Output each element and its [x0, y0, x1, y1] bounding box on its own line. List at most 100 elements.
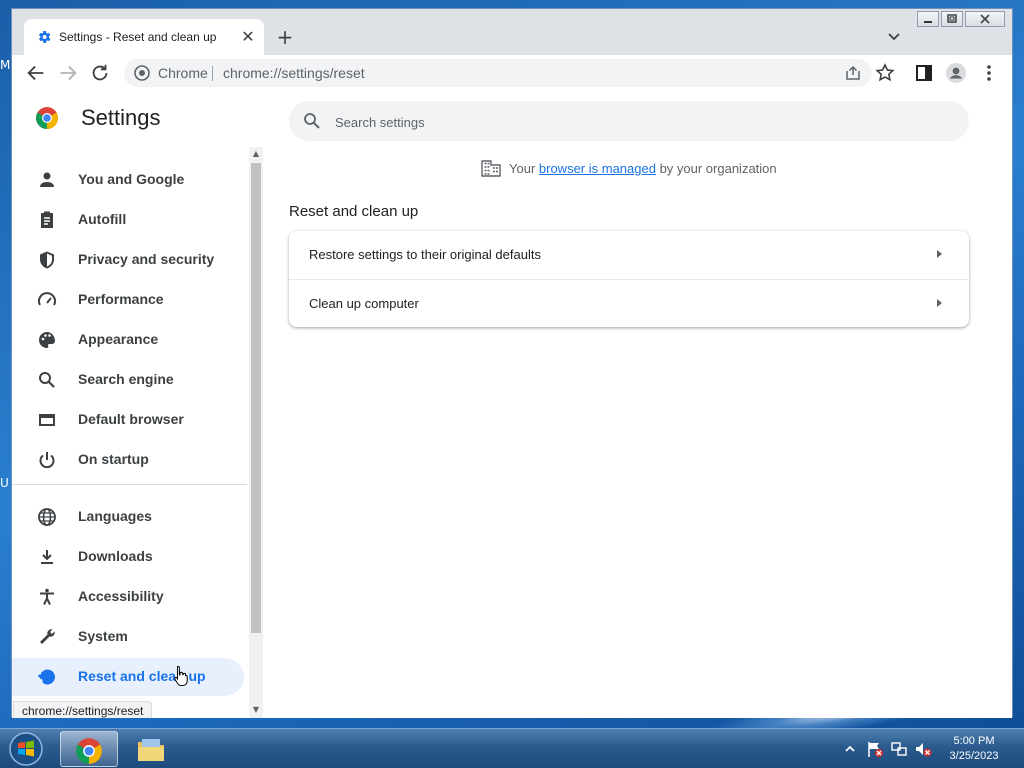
minimize-button[interactable]	[917, 11, 939, 27]
bookmark-star-icon[interactable]	[874, 62, 896, 84]
taskbar: 5:00 PM 3/25/2023	[0, 728, 1024, 768]
page-title: Settings	[81, 105, 161, 130]
tab-settings[interactable]: Settings - Reset and clean up ✕	[24, 19, 264, 55]
arrow-right-icon	[937, 250, 942, 258]
chevron-down-icon[interactable]	[884, 27, 904, 47]
sidebar-item-reset-and-clean-up[interactable]: Reset and clean up	[12, 658, 244, 696]
taskbar-chrome-button[interactable]	[60, 731, 118, 767]
accessibility-icon	[40, 588, 54, 605]
omnibox-separator	[212, 66, 213, 81]
chrome-logo-icon	[76, 738, 102, 764]
search-icon	[304, 113, 320, 129]
row-label: Restore settings to their original defau…	[309, 247, 541, 262]
clock-time: 5:00 PM	[953, 735, 995, 747]
link-status-tooltip: chrome://settings/reset	[13, 701, 153, 718]
globe-icon	[38, 508, 56, 526]
volume-muted-icon[interactable]	[914, 740, 932, 758]
palette-icon	[39, 332, 55, 348]
sidebar-item-on-startup[interactable]: On startup	[12, 441, 244, 479]
sidebar-item-downloads[interactable]: Downloads	[12, 538, 244, 576]
desktop-icon-label-fragment: M	[0, 58, 11, 72]
sidebar-item-default-browser[interactable]: Default browser	[12, 401, 244, 439]
managed-notice-text: Your browser is managed by your organiza…	[509, 161, 777, 176]
sidebar-item-label: Performance	[78, 291, 164, 307]
sidebar-item-accessibility[interactable]: Accessibility	[12, 578, 244, 616]
scroll-down-arrow-icon[interactable]: ▼	[249, 703, 263, 717]
sidebar-item-label: Autofill	[78, 211, 127, 227]
close-tab-icon[interactable]: ✕	[238, 27, 258, 47]
action-center-flag-icon[interactable]	[866, 740, 884, 758]
building-icon	[481, 160, 501, 177]
settings-sidebar: You and Google Autofill Privacy and secu…	[12, 147, 259, 718]
sidebar-item-label: Default browser	[78, 411, 184, 427]
maximize-button[interactable]	[941, 11, 963, 27]
url-text[interactable]: chrome://settings/reset	[223, 65, 365, 81]
managed-notice: Your browser is managed by your organiza…	[481, 159, 801, 179]
scroll-up-arrow-icon[interactable]: ▲	[249, 147, 263, 161]
chrome-logo-icon	[36, 107, 58, 129]
browser-window: Settings - Reset and clean up ✕ + Chrome…	[11, 8, 1013, 718]
search-icon	[39, 372, 55, 388]
site-chip-label: Chrome	[158, 65, 208, 81]
sidebar-item-label: Privacy and security	[78, 251, 215, 267]
sidebar-item-label: On startup	[78, 451, 149, 467]
search-settings-box[interactable]	[289, 101, 969, 141]
sidebar-item-label: Languages	[78, 508, 152, 524]
toolbar: Chrome chrome://settings/reset	[12, 55, 1012, 92]
clock-date: 3/25/2023	[949, 750, 999, 762]
sidebar-item-appearance[interactable]: Appearance	[12, 321, 244, 359]
reload-icon[interactable]	[89, 62, 111, 84]
sidebar-item-label: Accessibility	[78, 588, 164, 604]
speedometer-icon	[38, 292, 56, 306]
person-icon	[40, 172, 54, 187]
new-tab-button[interactable]: +	[274, 26, 296, 48]
sidebar-item-search-engine[interactable]: Search engine	[12, 361, 244, 399]
sidebar-item-you-and-google[interactable]: You and Google	[12, 161, 244, 199]
sidebar-item-label: Downloads	[78, 548, 153, 564]
profile-avatar-icon[interactable]	[945, 62, 967, 84]
taskbar-explorer-button[interactable]	[122, 731, 180, 767]
sidebar-item-label: Search engine	[78, 371, 174, 387]
desktop-icon-label-fragment: U	[0, 476, 9, 490]
history-restore-icon	[37, 669, 55, 685]
sidebar-divider	[12, 484, 247, 485]
restore-defaults-row[interactable]: Restore settings to their original defau…	[289, 231, 969, 279]
sidebar-item-languages[interactable]: Languages	[12, 498, 244, 536]
sidebar-item-autofill[interactable]: Autofill	[12, 201, 244, 239]
sidebar-item-performance[interactable]: Performance	[12, 281, 244, 319]
close-window-button[interactable]	[965, 11, 1005, 27]
wrench-icon	[40, 629, 55, 644]
sidebar-item-label: Appearance	[78, 331, 159, 347]
hand-cursor-icon	[174, 665, 188, 686]
power-icon	[39, 452, 55, 469]
clean-up-computer-row[interactable]: Clean up computer	[289, 280, 969, 328]
settings-page: Settings You and Google Autofill Privacy…	[12, 91, 1012, 718]
scrollbar-thumb[interactable]	[251, 163, 261, 633]
tab-title: Settings - Reset and clean up	[59, 30, 217, 44]
chrome-site-icon[interactable]	[134, 65, 150, 81]
sidebar-item-label: System	[78, 628, 128, 644]
address-bar[interactable]: Chrome chrome://settings/reset	[124, 59, 872, 87]
windows-start-icon[interactable]	[6, 731, 46, 767]
managed-prefix: Your	[509, 161, 539, 176]
shield-icon	[40, 251, 54, 269]
browser-managed-link[interactable]: browser is managed	[539, 161, 656, 176]
browser-window-icon	[39, 414, 55, 426]
side-panel-icon[interactable]	[913, 62, 935, 84]
clipboard-icon	[41, 211, 53, 228]
share-icon[interactable]	[844, 64, 862, 82]
sidebar-item-label: You and Google	[78, 171, 185, 187]
arrow-right-icon	[937, 299, 942, 307]
forward-arrow-icon[interactable]	[57, 62, 79, 84]
network-icon[interactable]	[890, 740, 908, 758]
download-icon	[41, 550, 53, 564]
more-menu-icon[interactable]	[978, 62, 1000, 84]
search-input[interactable]	[333, 109, 937, 135]
back-arrow-icon[interactable]	[25, 62, 47, 84]
section-title: Reset and clean up	[289, 203, 419, 220]
sidebar-item-privacy-and-security[interactable]: Privacy and security	[12, 241, 244, 279]
show-hidden-icons-icon[interactable]	[843, 742, 857, 756]
sidebar-item-system[interactable]: System	[12, 618, 244, 656]
system-clock[interactable]: 5:00 PM 3/25/2023	[938, 734, 1010, 764]
sidebar-scrollbar[interactable]: ▲ ▼	[249, 147, 263, 718]
